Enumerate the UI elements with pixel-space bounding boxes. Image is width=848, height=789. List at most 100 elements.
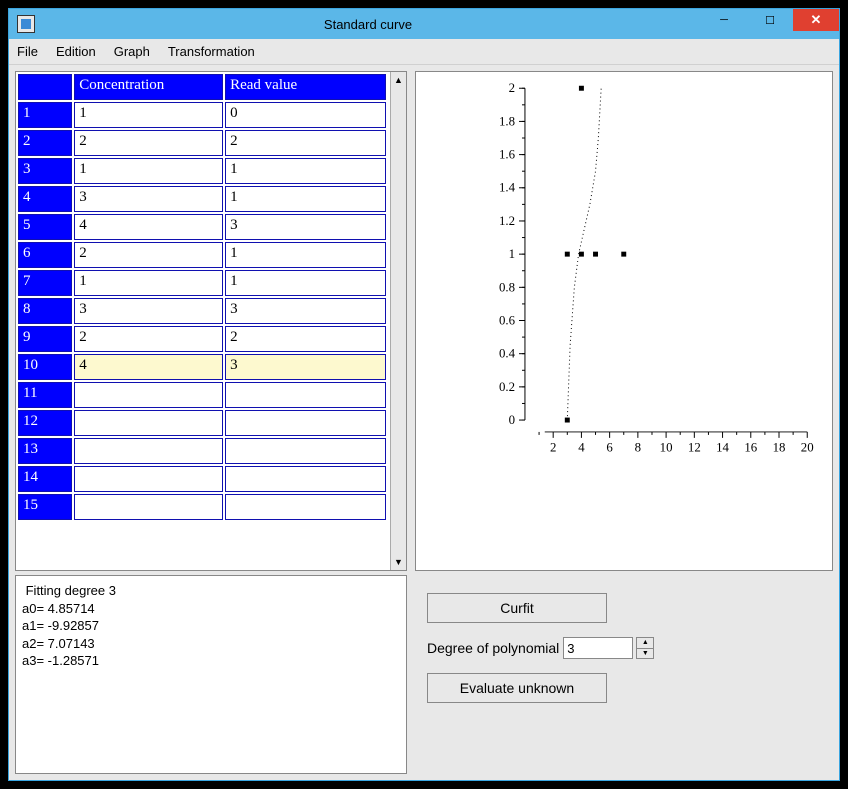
cell-concentration[interactable] xyxy=(74,410,223,436)
svg-text:4: 4 xyxy=(578,441,585,455)
cell-readvalue[interactable]: 1 xyxy=(225,242,386,268)
cell-concentration[interactable]: 3 xyxy=(74,298,223,324)
cell-concentration[interactable]: 2 xyxy=(74,326,223,352)
menu-graph[interactable]: Graph xyxy=(114,44,150,59)
svg-text:1.6: 1.6 xyxy=(499,148,516,162)
window-title: Standard curve xyxy=(35,17,701,32)
cell-concentration[interactable]: 3 xyxy=(74,186,223,212)
row-header[interactable]: 12 xyxy=(18,410,72,436)
cell-readvalue[interactable]: 2 xyxy=(225,130,386,156)
spinner-up-icon[interactable]: ▲ xyxy=(637,638,653,649)
cell-readvalue[interactable] xyxy=(225,382,386,408)
table-row[interactable]: 13 xyxy=(18,438,386,464)
evaluate-unknown-button[interactable]: Evaluate unknown xyxy=(427,673,607,703)
cell-concentration[interactable] xyxy=(74,466,223,492)
row-header[interactable]: 13 xyxy=(18,438,72,464)
row-header[interactable]: 15 xyxy=(18,494,72,520)
cell-readvalue[interactable] xyxy=(225,494,386,520)
table-row[interactable]: 14 xyxy=(18,466,386,492)
scroll-down-icon[interactable]: ▼ xyxy=(391,554,406,570)
app-window: Standard curve ─ ☐ ✕ File Edition Graph … xyxy=(8,8,840,781)
maximize-button[interactable]: ☐ xyxy=(747,9,793,31)
table-row[interactable]: 11 xyxy=(18,382,386,408)
svg-text:14: 14 xyxy=(716,441,729,455)
degree-spinner[interactable]: ▲ ▼ xyxy=(636,637,654,659)
svg-text:20: 20 xyxy=(801,441,814,455)
svg-text:6: 6 xyxy=(606,441,613,455)
cell-concentration[interactable] xyxy=(74,494,223,520)
cell-readvalue[interactable]: 2 xyxy=(225,326,386,352)
svg-text:0.8: 0.8 xyxy=(499,280,515,294)
cell-readvalue[interactable]: 3 xyxy=(225,298,386,324)
cell-readvalue[interactable]: 3 xyxy=(225,214,386,240)
cell-concentration[interactable] xyxy=(74,382,223,408)
svg-text:18: 18 xyxy=(773,441,786,455)
svg-text:16: 16 xyxy=(744,441,757,455)
table-row[interactable]: 621 xyxy=(18,242,386,268)
menu-transformation[interactable]: Transformation xyxy=(168,44,255,59)
cell-readvalue[interactable]: 1 xyxy=(225,158,386,184)
app-icon[interactable] xyxy=(17,15,35,33)
cell-concentration[interactable]: 1 xyxy=(74,270,223,296)
table-row[interactable]: 222 xyxy=(18,130,386,156)
table-row[interactable]: 711 xyxy=(18,270,386,296)
spinner-down-icon[interactable]: ▼ xyxy=(637,649,653,659)
cell-readvalue[interactable]: 3 xyxy=(225,354,386,380)
cell-readvalue[interactable] xyxy=(225,466,386,492)
col-header-readvalue[interactable]: Read value xyxy=(225,74,386,100)
close-button[interactable]: ✕ xyxy=(793,9,839,31)
cell-readvalue[interactable]: 0 xyxy=(225,102,386,128)
cell-concentration[interactable]: 2 xyxy=(74,130,223,156)
curfit-button[interactable]: Curfit xyxy=(427,593,607,623)
row-header[interactable]: 8 xyxy=(18,298,72,324)
degree-label: Degree of polynomial xyxy=(427,640,559,656)
svg-text:10: 10 xyxy=(660,441,673,455)
row-header[interactable]: 6 xyxy=(18,242,72,268)
menu-file[interactable]: File xyxy=(17,44,38,59)
cell-readvalue[interactable]: 1 xyxy=(225,270,386,296)
cell-concentration[interactable] xyxy=(74,438,223,464)
menu-edition[interactable]: Edition xyxy=(56,44,96,59)
table-row[interactable]: 543 xyxy=(18,214,386,240)
svg-text:0.2: 0.2 xyxy=(499,380,515,394)
cell-concentration[interactable]: 2 xyxy=(74,242,223,268)
row-header[interactable]: 3 xyxy=(18,158,72,184)
cell-readvalue[interactable] xyxy=(225,438,386,464)
data-table-container: Concentration Read value 110222311431543… xyxy=(15,71,407,571)
table-row[interactable]: 1043 xyxy=(18,354,386,380)
scroll-track[interactable] xyxy=(391,88,406,554)
cell-concentration[interactable]: 1 xyxy=(74,102,223,128)
table-row[interactable]: 431 xyxy=(18,186,386,212)
row-header[interactable]: 7 xyxy=(18,270,72,296)
degree-input[interactable] xyxy=(563,637,633,659)
row-header[interactable]: 9 xyxy=(18,326,72,352)
col-header-concentration[interactable]: Concentration xyxy=(74,74,223,100)
table-row[interactable]: 922 xyxy=(18,326,386,352)
svg-text:1.4: 1.4 xyxy=(499,181,516,195)
svg-text:1: 1 xyxy=(509,247,515,261)
svg-text:12: 12 xyxy=(688,441,701,455)
minimize-button[interactable]: ─ xyxy=(701,9,747,31)
table-row[interactable]: 833 xyxy=(18,298,386,324)
row-header[interactable]: 2 xyxy=(18,130,72,156)
svg-text:2: 2 xyxy=(509,81,515,95)
row-header[interactable]: 1 xyxy=(18,102,72,128)
table-row[interactable]: 12 xyxy=(18,410,386,436)
row-header[interactable]: 4 xyxy=(18,186,72,212)
data-table[interactable]: Concentration Read value 110222311431543… xyxy=(16,72,388,522)
svg-text:1.2: 1.2 xyxy=(499,214,515,228)
table-row[interactable]: 15 xyxy=(18,494,386,520)
cell-concentration[interactable]: 1 xyxy=(74,158,223,184)
row-header[interactable]: 10 xyxy=(18,354,72,380)
table-row[interactable]: 110 xyxy=(18,102,386,128)
row-header[interactable]: 5 xyxy=(18,214,72,240)
cell-readvalue[interactable]: 1 xyxy=(225,186,386,212)
cell-concentration[interactable]: 4 xyxy=(74,214,223,240)
cell-concentration[interactable]: 4 xyxy=(74,354,223,380)
row-header[interactable]: 11 xyxy=(18,382,72,408)
table-scrollbar[interactable]: ▲ ▼ xyxy=(390,72,406,570)
row-header[interactable]: 14 xyxy=(18,466,72,492)
scroll-up-icon[interactable]: ▲ xyxy=(391,72,406,88)
cell-readvalue[interactable] xyxy=(225,410,386,436)
table-row[interactable]: 311 xyxy=(18,158,386,184)
